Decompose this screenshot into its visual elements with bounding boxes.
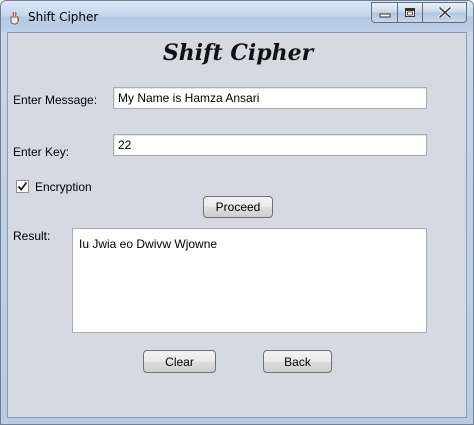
key-label: Enter Key: [13, 145, 70, 159]
result-textarea[interactable]: Iu Jwia eo Dwivw Wjowne [72, 228, 427, 333]
message-label: Enter Message: [13, 93, 98, 107]
clear-button[interactable]: Clear [143, 350, 216, 373]
content-panel: Shift Cipher Enter Message: My Name is H… [7, 32, 467, 418]
minimize-icon [379, 3, 391, 22]
result-text: Iu Jwia eo Dwivw Wjowne [79, 237, 218, 251]
proceed-button[interactable]: Proceed [203, 196, 273, 218]
back-button[interactable]: Back [263, 350, 332, 373]
checkmark-icon [17, 181, 28, 191]
close-button[interactable] [423, 3, 466, 22]
encryption-label[interactable]: Encryption [35, 180, 92, 194]
encryption-checkbox[interactable] [16, 180, 29, 193]
title-bar[interactable]: Shift Cipher [1, 1, 473, 32]
key-input[interactable]: 22 [113, 134, 427, 156]
window-title: Shift Cipher [28, 10, 99, 24]
java-cup-icon[interactable] [8, 10, 22, 25]
maximize-icon [404, 3, 416, 22]
minimize-button[interactable] [372, 3, 398, 22]
message-input[interactable]: My Name is Hamza Ansari [113, 87, 427, 109]
page-title: Shift Cipher [162, 40, 314, 66]
maximize-button[interactable] [398, 3, 423, 22]
close-icon [437, 3, 452, 22]
result-label: Result: [13, 229, 51, 243]
application-window: Shift Cipher Shift Cipher Enter Message:… [0, 0, 474, 425]
caption-buttons [371, 2, 467, 23]
